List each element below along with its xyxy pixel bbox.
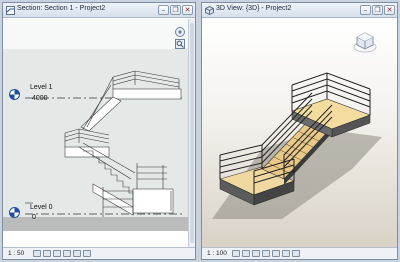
view-scale[interactable]: 1 : 100 [207, 250, 227, 257]
minimize-button[interactable]: – [158, 5, 169, 15]
minimize-button[interactable]: – [360, 5, 371, 15]
3d-view-titlebar[interactable]: 3D View: {3D} - Project2 – ❐ ✕ [202, 3, 397, 18]
visual-style-icon[interactable] [242, 250, 250, 257]
level-0-elevation[interactable]: 0 [32, 214, 36, 221]
level-head-icon [9, 89, 20, 100]
section-drawing [3, 19, 195, 231]
hide-isolate-icon[interactable] [292, 250, 300, 257]
zoom-icon[interactable] [175, 39, 185, 49]
3d-view-window[interactable]: 3D View: {3D} - Project2 – ❐ ✕ 1: 100 [201, 2, 398, 260]
level-0-name[interactable]: Level 0 [30, 204, 53, 211]
crop-view-icon[interactable] [73, 250, 81, 257]
scrollbar-thumb[interactable] [190, 23, 194, 243]
vertical-scrollbar[interactable] [188, 19, 195, 247]
detail-level-icon[interactable] [232, 250, 240, 257]
3d-view-icon [205, 6, 214, 15]
hide-isolate-icon[interactable] [83, 250, 91, 257]
detail-level-icon[interactable] [33, 250, 41, 257]
close-button[interactable]: ✕ [182, 5, 193, 15]
shadows-icon[interactable] [262, 250, 270, 257]
view-control-bar: 1 : 50 [3, 247, 195, 259]
restore-button[interactable]: ❐ [170, 5, 181, 15]
section-view-canvas[interactable]: Level 1 4000 Level 0 0 [3, 19, 195, 247]
3d-view-canvas[interactable] [202, 19, 397, 247]
view-control-bar: 1 : 100 [202, 247, 397, 259]
restore-button[interactable]: ❐ [372, 5, 383, 15]
window-title: 3D View: {3D} - Project2 [216, 5, 292, 12]
stair-3d-model [212, 72, 382, 219]
visual-style-icon[interactable] [43, 250, 51, 257]
render-icon[interactable] [272, 250, 280, 257]
viewcube-icon[interactable] [353, 31, 377, 53]
crop-view-icon[interactable] [282, 250, 290, 257]
shadows-icon[interactable] [63, 250, 71, 257]
level-1-elevation[interactable]: 4000 [32, 95, 48, 102]
window-title: Section: Section 1 - Project2 [17, 5, 106, 12]
sun-path-icon[interactable] [53, 250, 61, 257]
section-view-icon [6, 6, 15, 15]
section-view-window[interactable]: Section: Section 1 - Project2 – ❐ ✕ Leve… [2, 2, 196, 260]
section-view-titlebar[interactable]: Section: Section 1 - Project2 – ❐ ✕ [3, 3, 195, 18]
view-scale[interactable]: 1 : 50 [8, 250, 24, 257]
sun-path-icon[interactable] [252, 250, 260, 257]
level-1-name[interactable]: Level 1 [30, 84, 53, 91]
close-button[interactable]: ✕ [384, 5, 395, 15]
steering-wheel-icon[interactable] [175, 27, 185, 37]
level-head-icon [9, 207, 20, 218]
